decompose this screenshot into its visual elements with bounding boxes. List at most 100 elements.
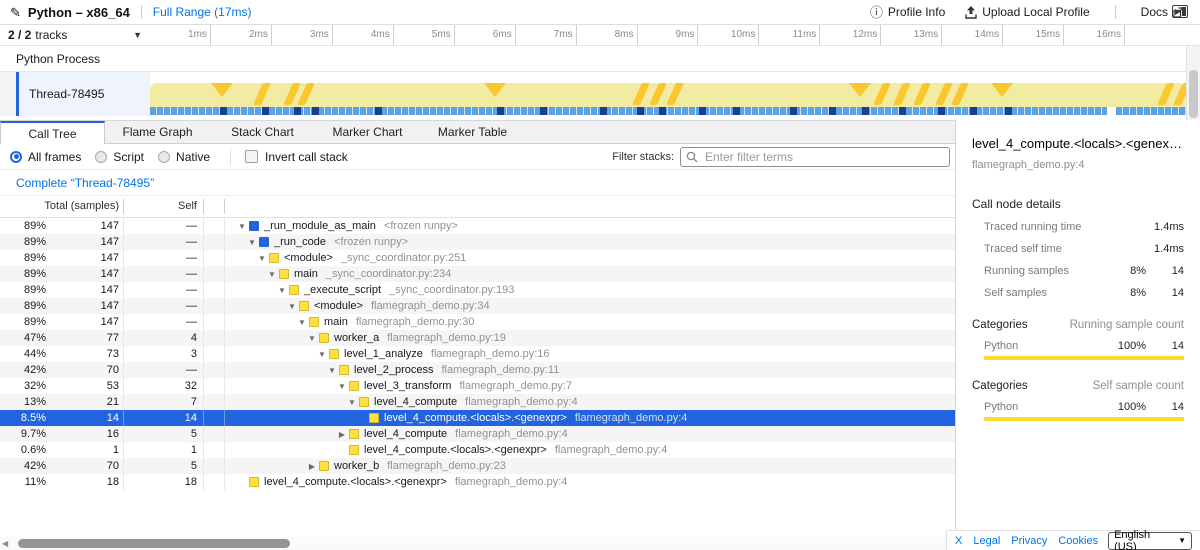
upload-profile-button[interactable]: Upload Local Profile (959, 5, 1095, 19)
divider (1115, 5, 1116, 19)
tab-marker-table[interactable]: Marker Table (420, 121, 525, 143)
tree-row[interactable]: 89%147—▼mainflamegraph_demo.py:30 (0, 314, 955, 330)
twisty-expanded-icon[interactable]: ▼ (245, 238, 259, 247)
file-location: flamegraph_demo.py:30 (356, 316, 475, 328)
tree-row[interactable]: 42%70—▼level_2_processflamegraph_demo.py… (0, 362, 955, 378)
detail-percent: 8% (1104, 265, 1146, 277)
tab-marker-chart[interactable]: Marker Chart (315, 121, 420, 143)
tree-row[interactable]: 9.7%165▶level_4_computeflamegraph_demo.p… (0, 426, 955, 442)
process-track-header[interactable]: Python Process (0, 46, 1186, 72)
twisty-collapsed-icon[interactable]: ▶ (335, 430, 349, 439)
column-header-self[interactable]: Self (124, 199, 204, 214)
radio-label[interactable]: Native (176, 150, 210, 164)
detail-percent: 8% (1104, 287, 1146, 299)
tree-row[interactable]: 47%774▼worker_aflamegraph_demo.py:19 (0, 330, 955, 346)
thread-track-label[interactable]: Thread-78495 (19, 72, 150, 116)
tab-stack-chart[interactable]: Stack Chart (210, 121, 315, 143)
time-tick-label: 5ms (394, 25, 455, 45)
radio-label[interactable]: All frames (28, 150, 81, 164)
row-call-node: ▼_execute_script_sync_coordinator.py:193 (225, 282, 955, 298)
row-total-samples: 77 (50, 330, 124, 346)
tree-row[interactable]: 42%705▶worker_bflamegraph_demo.py:23 (0, 458, 955, 474)
time-tick-label: 13ms (881, 25, 942, 45)
radio-native[interactable] (158, 151, 170, 163)
row-icon-cell (204, 458, 225, 474)
twisty-expanded-icon[interactable]: ▼ (275, 286, 289, 295)
row-total-percent: 47% (0, 332, 50, 344)
twisty-expanded-icon[interactable]: ▼ (235, 222, 249, 231)
category-square-yellow (329, 349, 339, 359)
column-header-total[interactable]: Total (samples) (0, 199, 124, 214)
calltree-horizontal-scrollbar[interactable]: ◀ (0, 537, 946, 550)
row-self-samples: — (124, 218, 204, 234)
tracks-vertical-scrollbar[interactable] (1186, 46, 1200, 120)
sidebar-detail-row: Traced self time1.4ms (984, 243, 1184, 255)
tab-call-tree[interactable]: Call Tree (0, 121, 105, 144)
twisty-expanded-icon[interactable]: ▼ (285, 302, 299, 311)
profile-info-button[interactable]: ⓘ Profile Info (864, 5, 951, 19)
footer-link-privacy[interactable]: Privacy (1011, 535, 1047, 547)
invert-call-stack-label[interactable]: Invert call stack (265, 150, 348, 164)
twisty-collapsed-icon[interactable]: ▶ (305, 462, 319, 471)
twisty-expanded-icon[interactable]: ▼ (325, 366, 339, 375)
twisty-expanded-icon[interactable]: ▼ (345, 398, 359, 407)
radio-script[interactable] (95, 151, 107, 163)
tree-row[interactable]: 11%1818level_4_compute.<locals>.<genexpr… (0, 474, 955, 490)
twisty-expanded-icon[interactable]: ▼ (295, 318, 309, 327)
tree-row[interactable]: 89%147—▼_run_module_as_main<frozen runpy… (0, 218, 955, 234)
thread-activity-graph[interactable] (150, 72, 1186, 119)
tab-flame-graph[interactable]: Flame Graph (105, 121, 210, 143)
scrollbar-thumb[interactable] (1189, 70, 1198, 118)
sidebar-toggle-icon[interactable] (1172, 5, 1188, 18)
file-location: flamegraph_demo.py:34 (371, 300, 490, 312)
scroll-left-arrow-icon[interactable]: ◀ (2, 539, 8, 548)
tree-row[interactable]: 89%147—▼main_sync_coordinator.py:234 (0, 266, 955, 282)
tree-row[interactable]: 89%147—▼<module>_sync_coordinator.py:251 (0, 250, 955, 266)
language-select[interactable]: English (US) ▼ (1108, 532, 1192, 550)
tree-row[interactable]: 89%147—▼_run_code<frozen runpy> (0, 234, 955, 250)
full-range-link[interactable]: Full Range (17ms) (153, 5, 252, 19)
breadcrumb[interactable]: Complete “Thread-78495” (16, 176, 154, 190)
edit-profile-name-icon[interactable]: ✎ (10, 6, 21, 19)
sample-strip (150, 107, 1186, 115)
tree-row[interactable]: 13%217▼level_4_computeflamegraph_demo.py… (0, 394, 955, 410)
footer-link-cookies[interactable]: Cookies (1058, 535, 1098, 547)
tree-row[interactable]: 89%147—▼_execute_script_sync_coordinator… (0, 282, 955, 298)
twisty-expanded-icon[interactable]: ▼ (255, 254, 269, 263)
sample-dark-block (375, 107, 382, 115)
tree-row[interactable]: 44%733▼level_1_analyzeflamegraph_demo.py… (0, 346, 955, 362)
filter-stacks-input[interactable] (680, 147, 950, 167)
tree-row[interactable]: 32%5332▼level_3_transformflamegraph_demo… (0, 378, 955, 394)
category-percent: 100% (1104, 340, 1146, 352)
footer-link-legal[interactable]: Legal (973, 535, 1000, 547)
sample-dark-block (938, 107, 945, 115)
twisty-expanded-icon[interactable]: ▼ (315, 350, 329, 359)
twisty-expanded-icon[interactable]: ▼ (335, 382, 349, 391)
tree-row[interactable]: 0.6%11level_4_compute.<locals>.<genexpr>… (0, 442, 955, 458)
row-total-samples: 147 (50, 218, 124, 234)
radio-all-frames[interactable] (10, 151, 22, 163)
sidebar-node-title: level_4_compute.<locals>.<genexpr> (972, 136, 1184, 151)
tree-row[interactable]: 89%147—▼<module>flamegraph_demo.py:34 (0, 298, 955, 314)
timeline-ruler-row: 2 / 2 tracks ▼ 1ms2ms3ms4ms5ms6ms7ms8ms9… (0, 25, 1200, 46)
detail-label: Traced running time (984, 221, 1104, 233)
twisty-expanded-icon[interactable]: ▼ (265, 270, 279, 279)
row-total-percent: 89% (0, 252, 50, 264)
categories-header: CategoriesRunning sample count (972, 319, 1184, 331)
file-location: flamegraph_demo.py:4 (555, 444, 668, 456)
category-name: Python (984, 401, 1104, 413)
row-total-percent: 89% (0, 300, 50, 312)
sidebar-section-title: Call node details (972, 197, 1184, 211)
tree-row[interactable]: 8.5%1414level_4_compute.<locals>.<genexp… (0, 410, 955, 426)
scrollbar-thumb[interactable] (18, 539, 290, 548)
row-total-percent: 89% (0, 236, 50, 248)
footer-link-x[interactable]: X (955, 535, 962, 547)
row-icon-cell (204, 442, 225, 458)
function-name: level_4_compute.<locals>.<genexpr> (264, 476, 447, 488)
detail-value: 14 (1146, 287, 1184, 299)
row-icon-cell (204, 250, 225, 266)
radio-label[interactable]: Script (113, 150, 144, 164)
tracks-dropdown[interactable]: 2 / 2 tracks ▼ (0, 25, 150, 45)
invert-call-stack-checkbox[interactable] (245, 150, 258, 163)
twisty-expanded-icon[interactable]: ▼ (305, 334, 319, 343)
